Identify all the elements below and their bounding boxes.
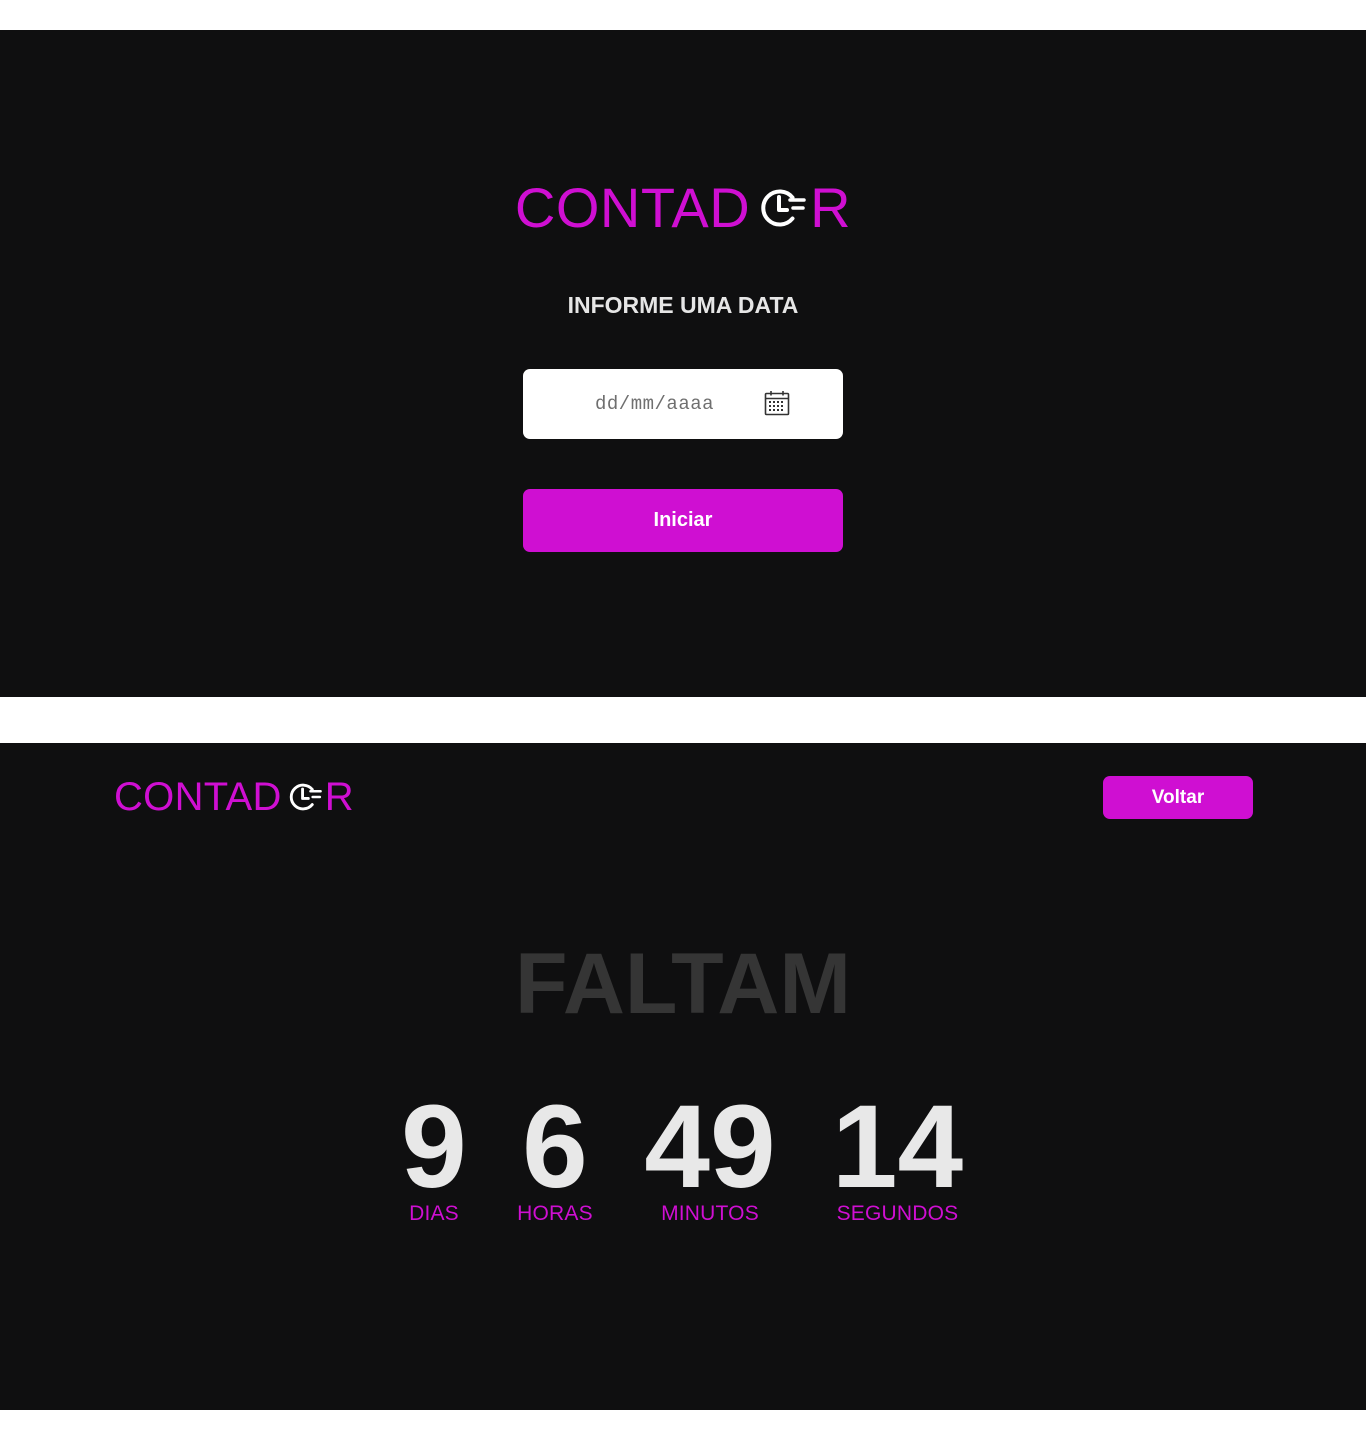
minutes-value: 49 [644, 1081, 776, 1213]
countdown-days: 9 DIAS [394, 1088, 474, 1226]
countdown-heading: FALTAM [515, 936, 851, 1032]
days-value: 9 [401, 1081, 467, 1213]
seconds-label: SEGUNDOS [836, 1202, 959, 1225]
countdown-seconds: 14 SEGUNDOS [815, 1088, 980, 1226]
logo-text-prefix: CONTAD [514, 176, 751, 239]
hours-value: 6 [522, 1081, 588, 1213]
logo-text-suffix: R [324, 775, 354, 819]
date-input-placeholder: dd/mm/aaaa [595, 393, 715, 415]
calendar-icon[interactable] [764, 390, 790, 416]
logo-text-prefix: CONTAD [114, 775, 282, 819]
countdown-hours: 6 HORAS [510, 1088, 600, 1226]
logo: CONTAD R [114, 777, 354, 817]
countdown-minutes: 49 MINUTOS [630, 1088, 790, 1226]
logo-text-suffix: R [810, 176, 852, 239]
countdown-screen: CONTAD R Voltar FALTAM 9 DIAS 6 HORAS 49… [0, 743, 1366, 1410]
logo: CONTAD R [0, 180, 1366, 236]
seconds-value: 14 [831, 1081, 964, 1213]
date-form-screen: CONTAD R INFORME UMA DATA dd/mm/aaaa Ini… [0, 30, 1366, 697]
date-prompt-heading: INFORME UMA DATA [567, 292, 799, 318]
back-button[interactable]: Voltar [1103, 776, 1253, 819]
clock-icon [286, 779, 322, 815]
date-input[interactable]: dd/mm/aaaa [523, 369, 843, 439]
clock-icon [756, 183, 806, 233]
hours-label: HORAS [517, 1202, 593, 1225]
start-button[interactable]: Iniciar [523, 489, 843, 552]
